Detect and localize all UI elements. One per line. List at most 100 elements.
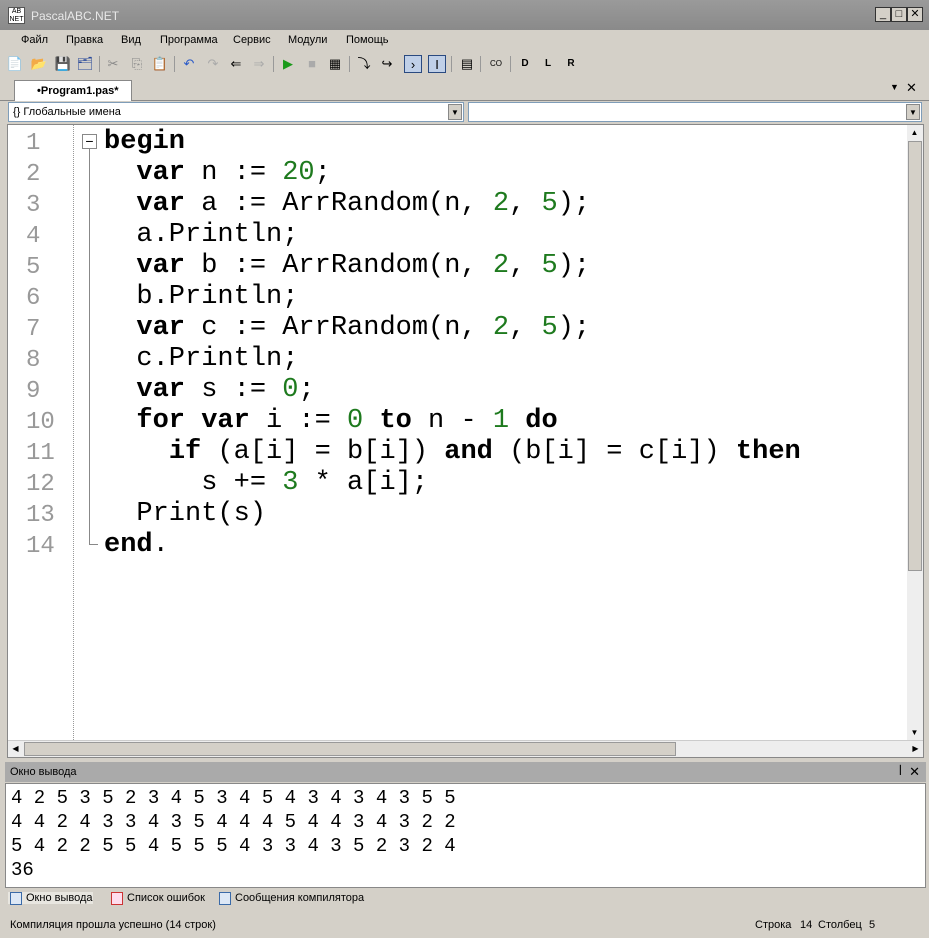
document-icon[interactable]: ▤ [458,55,476,73]
run-icon[interactable]: ▶ [279,55,297,73]
minimize-button[interactable]: _ [875,7,891,22]
close-tab-icon[interactable]: ✕ [906,80,917,96]
menu-view[interactable]: Вид [121,34,141,46]
maximize-button[interactable]: □ [891,7,907,22]
tab-error-list[interactable]: Список ошибок [109,892,205,905]
line-number: 14 [26,533,55,560]
chevron-down-icon[interactable]: ▼ [906,104,920,120]
navigate-forward-icon[interactable]: ⇒ [250,55,268,73]
code-line: b.Println; [104,282,298,312]
close-panel-icon[interactable]: ✕ [909,764,920,780]
scroll-down-icon[interactable]: ▼ [907,725,922,740]
code-line: var b := ArrRandom(n, 2, 5); [104,251,590,281]
step-over-icon[interactable]: ↪ [378,55,396,73]
output-line: 5 4 2 2 5 5 4 5 5 5 4 3 3 4 3 5 2 3 2 4 [11,835,456,857]
tab-label: Окно вывода [26,892,93,904]
save-all-icon[interactable]: 🗂 [76,55,94,73]
line-number: 8 [26,347,41,374]
debug-r-icon[interactable]: R [562,55,580,73]
open-icon[interactable]: 📂 [30,55,48,73]
vertical-scroll-thumb[interactable] [908,141,922,571]
number-token: 5 [541,251,558,281]
code-token: s := [185,375,283,405]
navigate-back-icon[interactable]: ⇐ [227,55,245,73]
horizontal-scroll-thumb[interactable] [24,742,676,756]
tab-output[interactable]: Окно вывода [8,892,93,905]
tab-compiler-messages[interactable]: Сообщения компилятора [217,892,365,905]
chevron-down-icon[interactable]: ▼ [448,104,462,120]
code-editor[interactable]: 1 2 3 4 5 6 7 8 9 10 11 12 13 14 − begin var n := 20;… [7,124,924,758]
output-text[interactable]: 4 2 5 3 5 2 3 4 5 3 4 5 4 3 4 3 4 3 5 5 … [5,783,926,888]
horizontal-scrollbar[interactable]: ◀ ▶ [8,740,923,757]
line-number: 7 [26,316,41,343]
redo-icon[interactable]: ↷ [204,55,222,73]
paste-icon[interactable]: 📋 [151,55,169,73]
code-format-icon[interactable]: CO [487,55,505,73]
pin-icon[interactable]: ꟾ [899,765,902,778]
tab-list-chevron-icon[interactable]: ▼ [890,82,899,92]
code-token: . [152,530,169,560]
member-dropdown[interactable]: ▼ [468,102,922,122]
fold-collapse-icon[interactable]: − [82,134,97,149]
row-label: Строка [755,919,792,931]
code-line: var s := 0; [104,375,315,405]
output-panel-title: Окно вывода [10,766,77,778]
line-number: 4 [26,223,41,250]
keyword-token: for [136,406,186,436]
code-line: begin [104,127,185,157]
toolbar: 📄 📂 💾 🗂 ✂ ⎘ 📋 ↶ ↷ ⇐ ⇒ ▶ ■ ▦ ⤵ ↪ › I ▤ CO… [0,52,600,76]
keyword-token: to [379,406,412,436]
line-number: 1 [26,130,41,157]
cut-icon[interactable]: ✂ [104,55,122,73]
code-token: s += [104,468,283,498]
debug-l-icon[interactable]: L [539,55,557,73]
code-line: var a := ArrRandom(n, 2, 5); [104,189,590,219]
window-title: PascalABC.NET [31,9,120,23]
vertical-scrollbar[interactable]: ▲ ▼ [907,125,923,740]
scope-dropdown[interactable]: {} Глобальные имена ▼ [8,102,464,122]
scroll-up-icon[interactable]: ▲ [907,125,922,140]
code-token: , [509,251,542,281]
menu-edit[interactable]: Правка [66,34,103,46]
scroll-left-icon[interactable]: ◀ [8,741,23,756]
menu-program[interactable]: Программа [160,34,218,46]
line-number: 9 [26,378,41,405]
save-icon[interactable]: 💾 [54,55,72,73]
undo-icon[interactable]: ↶ [180,55,198,73]
code-token: c.Println; [104,344,299,374]
tab-program1[interactable]: •Program1.pas* [14,80,132,101]
line-number: 12 [26,471,55,498]
copy-icon[interactable]: ⎘ [128,55,146,73]
debug-d-icon[interactable]: D [516,55,534,73]
code-token: i := [249,406,348,436]
output-window-toggle-icon[interactable]: › [404,55,422,73]
io-window-toggle-icon[interactable]: I [428,55,446,73]
tab-label: Сообщения компилятора [235,892,365,904]
line-number: 2 [26,161,41,188]
step-into-icon[interactable]: ⤵ [355,55,373,73]
close-button[interactable]: ✕ [907,7,923,22]
new-file-icon[interactable]: 📄 [6,55,24,73]
menu-help[interactable]: Помощь [346,34,389,46]
line-number: 6 [26,285,41,312]
scroll-right-icon[interactable]: ▶ [908,741,923,756]
stop-icon[interactable]: ■ [303,55,321,73]
number-token: 3 [282,468,299,498]
compile-icon[interactable]: ▦ [326,55,344,73]
code-token: ; [298,375,315,405]
col-value: 5 [869,919,876,931]
menu-modules[interactable]: Модули [288,34,327,46]
code-token: Print(s) [104,499,267,529]
number-token: 2 [492,313,510,343]
number-token: 0 [347,406,364,436]
menu-service[interactable]: Сервис [233,34,271,46]
menu-file[interactable]: Файл [21,34,48,46]
code-token: b.Println; [104,282,299,312]
number-token: 5 [541,313,558,343]
